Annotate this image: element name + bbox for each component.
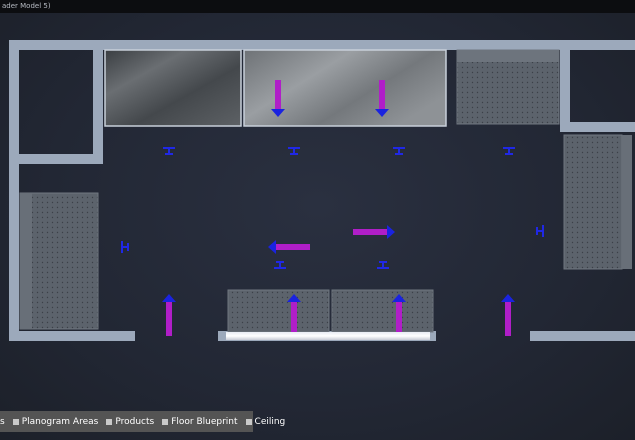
arrow-up-4 [501,294,515,336]
3d-viewport[interactable] [0,13,635,440]
top-fixture-center[interactable] [243,49,447,127]
bottom-shelf-left[interactable] [227,289,330,333]
arrow-up-1 [162,294,176,336]
toggle-checkbox-icon [162,418,169,425]
visibility-toggle-bar: s Planogram Areas Products Floor Bluepri… [0,411,285,432]
left-wall-shelf-edge [20,193,32,329]
bottom-shelf-right[interactable] [331,289,434,333]
toggle-checkbox-icon [245,418,252,425]
top-fixture-left[interactable] [104,49,242,127]
marker-top-3 [393,147,405,155]
window-title: ader Model 5) [2,2,51,10]
marker-right-side [536,225,544,237]
wall-partition-right-v [560,40,570,132]
wall-bottom-right [530,331,635,341]
arrow-right [353,225,395,239]
wall-partition-left-v [93,40,103,164]
wall-left [9,40,19,341]
toggle-checkbox-icon [106,418,113,425]
marker-top-2 [288,147,300,155]
arrow-left [268,240,310,254]
marker-left-side [121,241,129,253]
wall-bottom-left [9,331,135,341]
toggle-planogram-areas[interactable]: Planogram Areas [11,416,99,427]
wall-partition-left-h [9,154,103,164]
floor-scene[interactable] [0,13,635,440]
marker-mid-2 [377,261,389,269]
wall-partition-right-h [560,122,635,132]
right-wall-shelf[interactable] [563,134,623,270]
sensor-markers [121,147,544,269]
marker-top-1 [163,147,175,155]
toggle-checkbox-icon [12,418,19,425]
toggle-label: Products [115,416,155,427]
right-wall-shelf-edge [622,135,632,269]
window-title-bar: ader Model 5) [0,0,635,13]
toggle-label: Floor Blueprint [171,416,238,427]
toggle-products[interactable]: Products [104,417,154,427]
toggle-label: s [0,416,5,427]
toggle-label: Planogram Areas [21,416,99,427]
toggle-label: Ceiling [254,416,286,427]
marker-mid-1 [274,261,286,269]
top-right-shelf-header [457,50,559,62]
marker-top-4 [503,147,515,155]
entrance-light-bar [226,332,430,340]
toggle-partial[interactable]: s [0,417,5,427]
toggle-ceiling[interactable]: Ceiling [244,416,286,427]
toggle-floor-blueprint[interactable]: Floor Blueprint [160,416,238,427]
